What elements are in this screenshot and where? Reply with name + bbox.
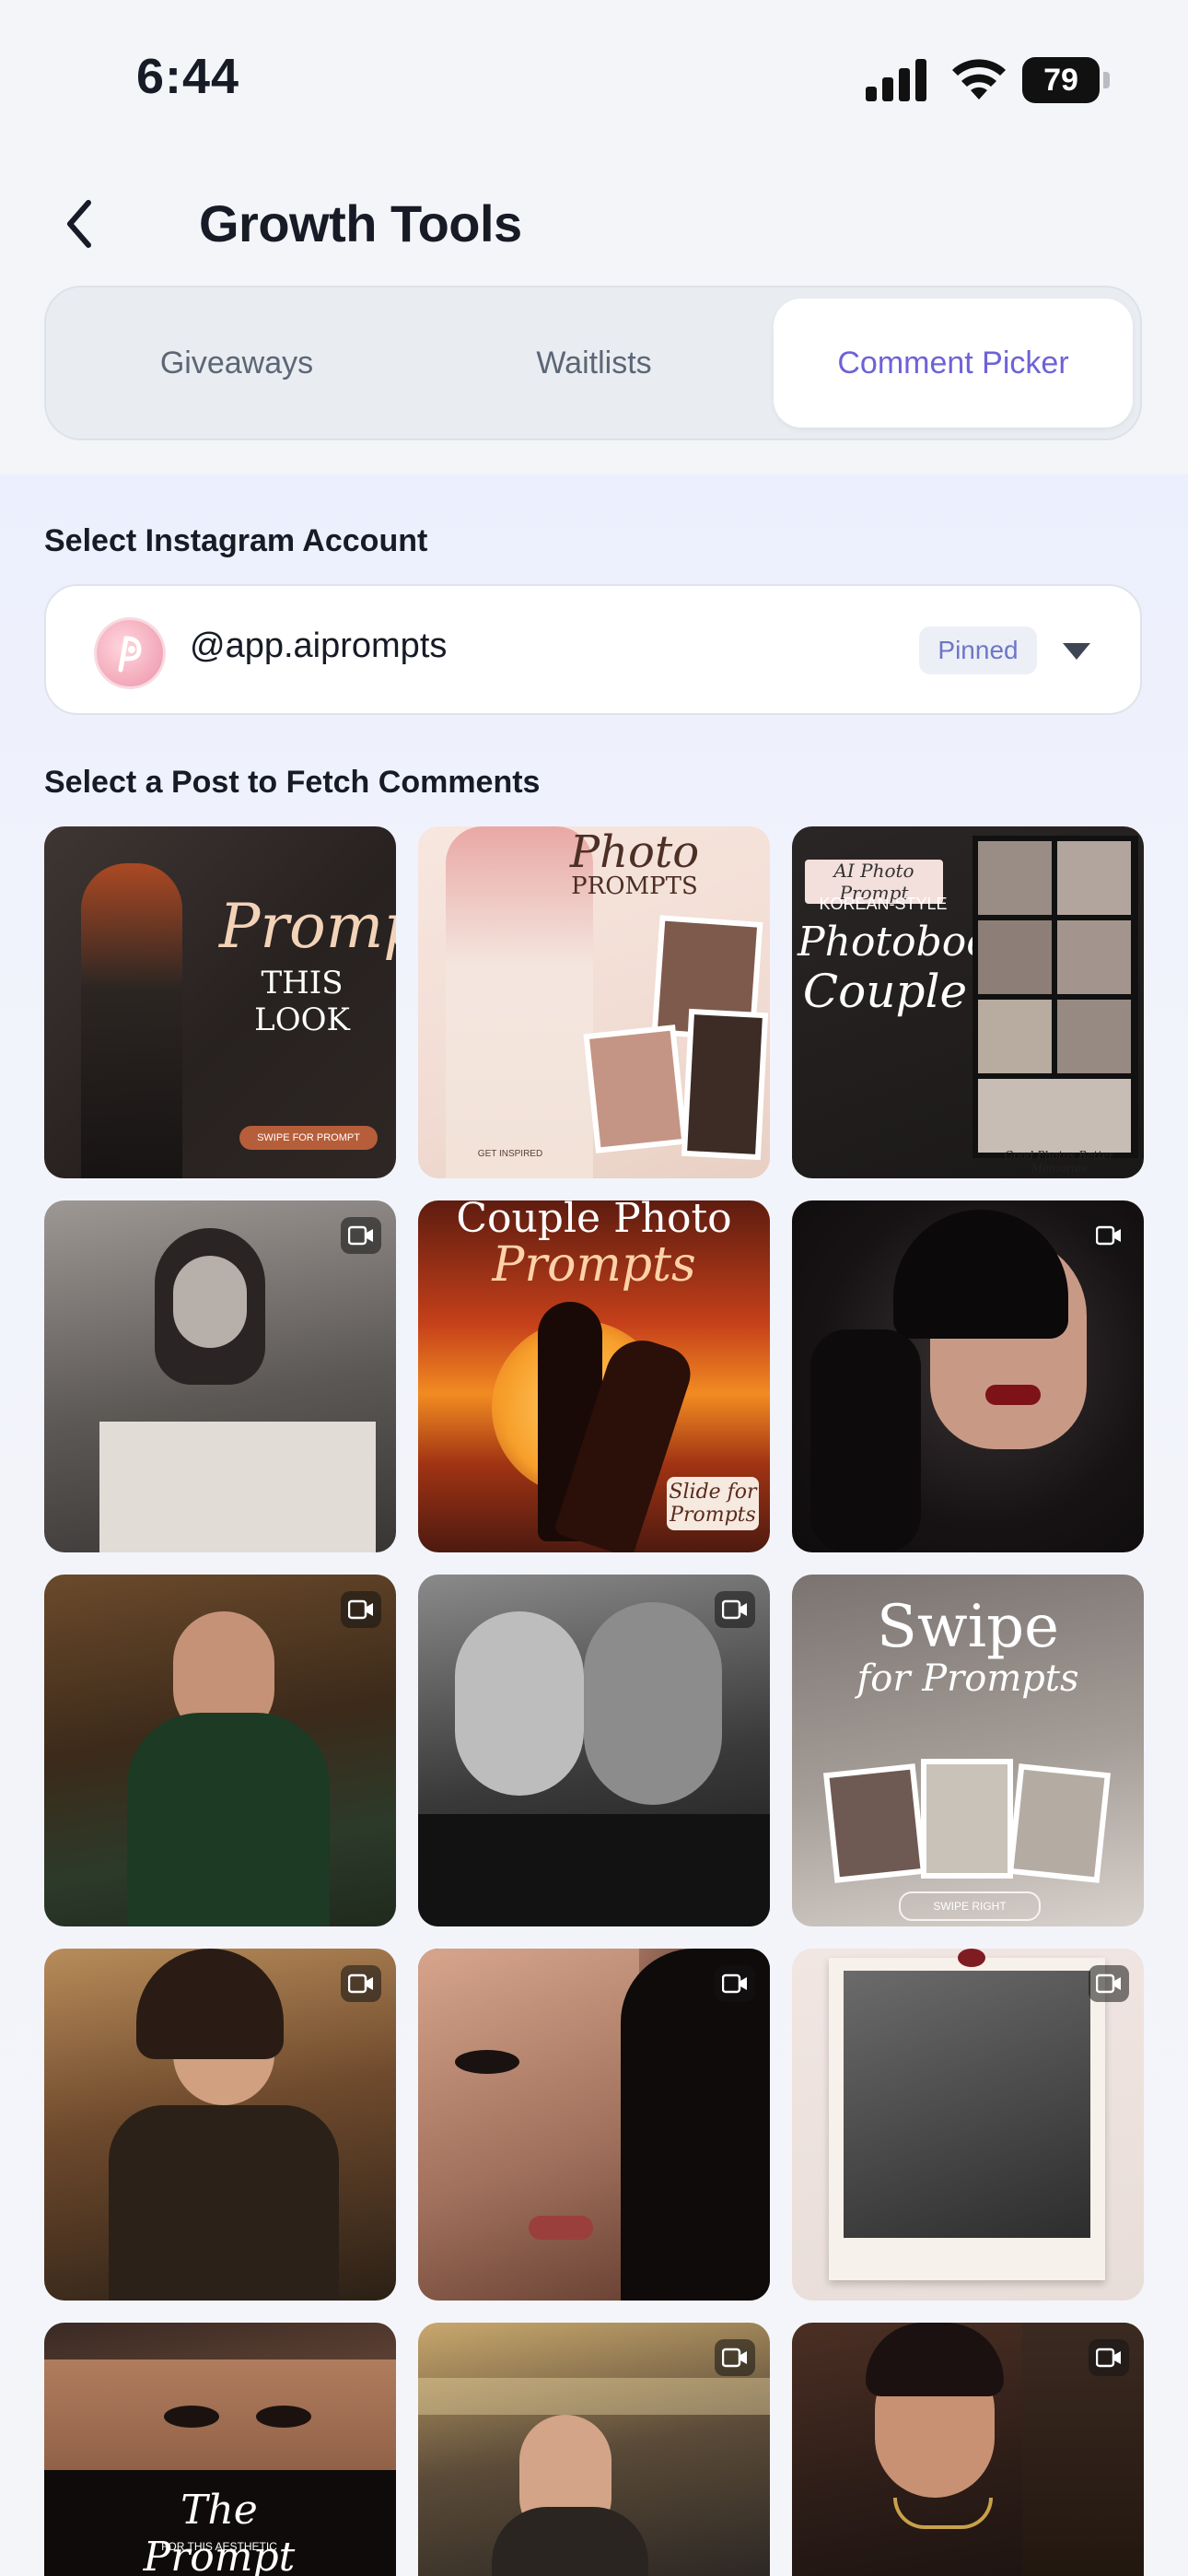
status-time: 6:44 — [136, 49, 240, 104]
caret-down-icon — [1063, 643, 1090, 660]
post-thumbnail[interactable] — [418, 1575, 770, 1926]
post-overlay-subtitle: THIS LOOK — [254, 965, 350, 1038]
post-overlay-title: Couple — [802, 965, 968, 1018]
post-thumbnail[interactable] — [44, 1949, 396, 2301]
post-overlay-title: Prompt — [219, 891, 396, 962]
post-overlay-footer: Good Photos Better Memories — [1004, 1149, 1114, 1175]
posts-section-label: Select a Post to Fetch Comments — [44, 765, 541, 800]
post-thumbnail[interactable] — [792, 1949, 1144, 2301]
back-button[interactable] — [53, 192, 109, 256]
post-overlay-subtitle: KOREAN-STYLE — [819, 895, 948, 913]
account-name: @app.aiprompts — [190, 626, 448, 665]
status-bar: 6:44 79 — [0, 0, 1188, 157]
post-thumbnail[interactable]: Couple Photo Prompts Slide for Prompts — [418, 1200, 770, 1552]
video-camera-icon — [341, 1965, 381, 2002]
post-thumbnail[interactable]: AI Photo Prompt KOREAN-STYLE Photobooth … — [792, 826, 1144, 1178]
post-overlay-subtitle: Prompts — [492, 1237, 696, 1293]
avatar — [94, 617, 166, 689]
post-thumbnail[interactable]: Photo PROMPTS GET INSPIRED — [418, 826, 770, 1178]
page-title: Growth Tools — [199, 194, 522, 252]
tab-giveaways[interactable]: Giveaways — [76, 299, 398, 427]
post-overlay-title: Swipe — [877, 1593, 1059, 1661]
post-overlay-title: Couple Photo — [456, 1200, 732, 1242]
video-camera-icon — [341, 1591, 381, 1628]
post-thumbnail[interactable] — [792, 1200, 1144, 1552]
cellular-signal-icon — [866, 59, 926, 101]
battery-level: 79 — [1043, 63, 1078, 98]
post-thumbnail[interactable]: Prompt THIS LOOK SWIPE FOR PROMPT — [44, 826, 396, 1178]
video-camera-icon — [1089, 1217, 1129, 1254]
tab-bar: Giveaways Waitlists Comment Picker — [44, 286, 1142, 440]
post-thumbnail[interactable] — [44, 1200, 396, 1552]
post-overlay-footer: SWIPE RIGHT — [899, 1891, 1041, 1921]
post-overlay-subtitle: PROMPTS — [571, 872, 698, 900]
video-camera-icon — [715, 2339, 755, 2376]
wifi-icon — [952, 59, 1006, 100]
post-overlay-title: Photo — [569, 826, 700, 878]
account-dropdown[interactable]: @app.aiprompts Pinned — [44, 584, 1142, 715]
post-overlay-subtitle: FOR THIS AESTHETIC — [161, 2540, 277, 2553]
post-thumbnail[interactable] — [418, 2323, 770, 2576]
post-overlay-footer: SWIPE FOR PROMPT — [239, 1126, 378, 1150]
pinned-badge: Pinned — [919, 626, 1037, 674]
video-camera-icon — [341, 1217, 381, 1254]
post-overlay-footer: Slide for Prompts — [667, 1477, 759, 1530]
post-overlay-title: Photobooth — [798, 919, 1033, 966]
video-camera-icon — [1089, 1965, 1129, 2002]
post-thumbnail[interactable] — [792, 2323, 1144, 2576]
account-section-label: Select Instagram Account — [44, 523, 428, 558]
post-thumbnail[interactable]: Swipe for Prompts SWIPE RIGHT — [792, 1575, 1144, 1926]
tab-comment-picker[interactable]: Comment Picker — [774, 299, 1133, 427]
post-thumbnail[interactable] — [418, 1949, 770, 2301]
video-camera-icon — [715, 1965, 755, 2002]
video-camera-icon — [715, 1591, 755, 1628]
post-overlay-subtitle: for Prompts — [856, 1657, 1079, 1700]
video-camera-icon — [1089, 2339, 1129, 2376]
brand-logo-icon — [118, 636, 142, 673]
post-thumbnail[interactable]: The Prompt FOR THIS AESTHETIC — [44, 2323, 396, 2576]
post-overlay-title: The Prompt — [143, 2487, 296, 2576]
post-thumbnail[interactable] — [44, 1575, 396, 1926]
battery-icon: 79 — [1022, 57, 1111, 103]
chevron-left-icon — [67, 200, 91, 248]
tab-waitlists[interactable]: Waitlists — [433, 299, 755, 427]
post-overlay-footer: GET INSPIRED — [477, 1149, 543, 1159]
